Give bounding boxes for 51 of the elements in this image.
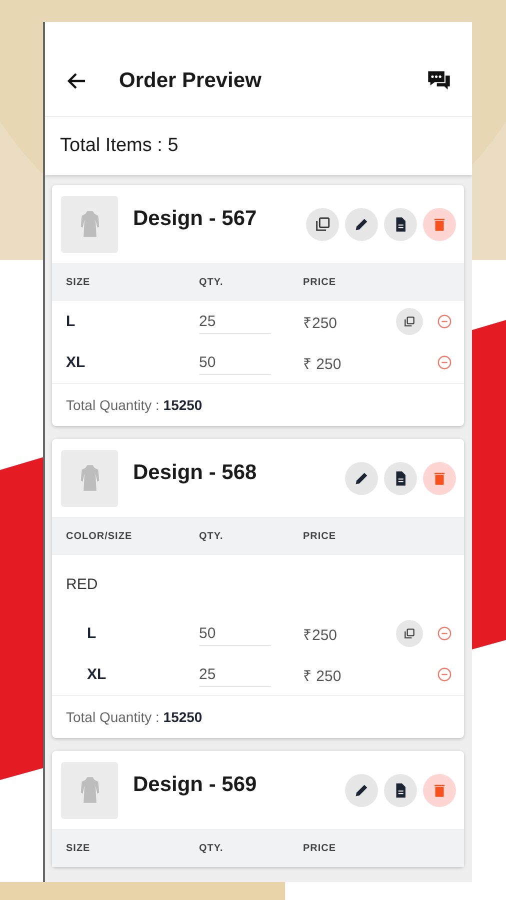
size-label: XL [86,666,108,683]
document-button[interactable] [384,208,417,240]
column-header: PRICE [303,276,336,288]
total-quantity-text: Total Quantity : 15250 [66,709,202,725]
design-title: Design - 568 [133,461,258,485]
size-label: XL [66,354,86,371]
dress-icon [78,775,100,805]
price-text: ₹250 [303,314,338,332]
total-quantity-text: Total Quantity : 15250 [66,397,202,413]
dress-icon [78,209,100,239]
column-header: COLOR/SIZE [66,530,134,542]
remove-icon[interactable] [437,355,452,370]
size-label: L [86,625,98,642]
page-title: Order Preview [119,69,262,93]
edit-button[interactable] [345,774,378,806]
price-text: ₹ 250 [303,354,342,372]
copy-icon [403,315,416,328]
total-items-label: Total Items : 5 [60,135,178,157]
edit-button[interactable] [345,208,378,240]
column-header: QTY. [199,530,224,542]
column-header: SIZE [66,276,92,288]
copy-icon [314,216,331,232]
design-title: Design - 567 [133,207,258,231]
dress-icon [78,463,100,493]
quantity-field[interactable]: 50 [199,621,271,646]
price-text: ₹250 [303,626,338,644]
column-header: QTY. [199,276,224,288]
document-button[interactable] [384,774,417,806]
column-header: PRICE [303,530,336,542]
delete-button[interactable] [423,774,456,806]
design-title: Design - 569 [133,773,258,797]
copy-button[interactable] [306,208,339,240]
quantity-field[interactable]: 25 [199,662,271,687]
document-button[interactable] [384,462,417,494]
column-header: QTY. [199,842,224,854]
copy-button[interactable] [396,620,423,647]
copy-icon [403,627,416,640]
quantity-field[interactable]: 25 [199,309,271,334]
remove-icon[interactable] [437,626,452,641]
copy-button[interactable] [396,308,423,335]
size-label: L [66,313,76,330]
price-text: ₹ 250 [303,666,342,684]
edit-button[interactable] [345,462,378,494]
delete-button[interactable] [423,208,456,240]
remove-icon[interactable] [437,667,452,682]
color-label: RED [66,576,98,592]
remove-icon[interactable] [437,314,452,329]
column-header: SIZE [66,842,92,854]
quantity-field[interactable]: 50 [199,350,271,375]
delete-button[interactable] [423,462,456,494]
column-header: PRICE [303,842,336,854]
